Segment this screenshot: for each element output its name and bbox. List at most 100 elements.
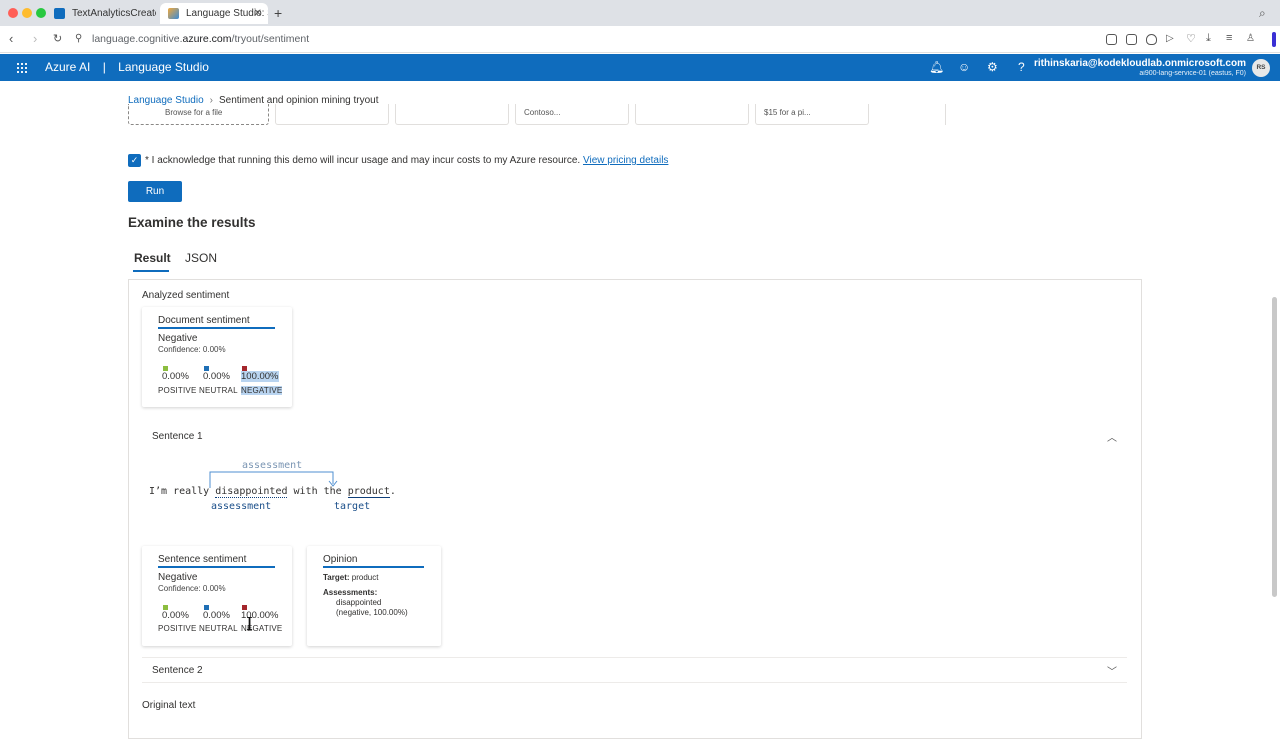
- sample-browse-file[interactable]: Browse for a file: [128, 104, 269, 125]
- document-negative-score: 100.00%: [241, 371, 279, 382]
- settings-gear-icon[interactable]: ⚙: [987, 60, 998, 74]
- sentence-confidence: Confidence: 0.00%: [158, 584, 226, 593]
- notifications-icon[interactable]: 🔔︎: [929, 60, 944, 74]
- browser-tab-language-studio[interactable]: Language Studio: Senti ✕: [160, 3, 268, 24]
- minimize-window-button[interactable]: [22, 8, 32, 18]
- document-positive-score: 0.00%: [162, 371, 189, 382]
- user-email: rithinskaria@kodekloudlab.onmicrosoft.co…: [1033, 58, 1246, 69]
- negative-caption: NEGATIVE: [241, 386, 283, 395]
- menu-icon[interactable]: ≡: [1226, 32, 1232, 44]
- sentence-1-text: I’m really disappointed with the product…: [149, 486, 396, 498]
- user-resource: ai900-lang-service-01 (eastus, F0): [1139, 70, 1246, 77]
- analyzed-sentiment-label: Analyzed sentiment: [142, 290, 230, 301]
- neutral-caption: NEUTRAL: [199, 386, 238, 395]
- opinion-card: Opinion Target: product Assessments: dis…: [307, 546, 441, 646]
- document-sentiment-card: Document sentiment Negative Confidence: …: [142, 307, 292, 407]
- sample-card-1[interactable]: [275, 104, 389, 125]
- browser-tab-text-analytics[interactable]: TextAnalyticsCreate-202: [46, 3, 156, 24]
- close-tab-icon[interactable]: ✕: [254, 3, 262, 24]
- view-pricing-link[interactable]: View pricing details: [583, 155, 668, 166]
- run-button[interactable]: Run: [128, 181, 182, 202]
- acknowledge-text-wrap: * I acknowledge that running this demo w…: [145, 155, 668, 166]
- camera-icon[interactable]: [1126, 34, 1137, 45]
- opinion-target-label: Target:: [323, 573, 350, 582]
- acknowledge-text: * I acknowledge that running this demo w…: [145, 155, 581, 166]
- url-field[interactable]: language.cognitive.azure.com/tryout/sent…: [92, 33, 309, 45]
- sample-card-3[interactable]: Contoso...: [515, 104, 629, 125]
- sentence-sentiment-card: Sentence sentiment Negative Confidence: …: [142, 546, 292, 646]
- title-underline: [158, 566, 275, 568]
- browser-tab-bar: TextAnalyticsCreate-202 Language Studio:…: [0, 0, 1280, 26]
- opinion-title: Opinion: [323, 554, 358, 565]
- sentence-1-title: Sentence 1: [152, 431, 203, 442]
- chevron-down-icon[interactable]: ﹀: [1107, 663, 1117, 678]
- sentence-text-mid: with the: [287, 486, 348, 497]
- samples-divider: [945, 104, 946, 125]
- brand-divider: |: [102, 60, 106, 74]
- assessment-word[interactable]: disappointed: [215, 486, 288, 498]
- acknowledge-checkbox[interactable]: ✓: [128, 154, 141, 167]
- sentence-2-title: Sentence 2: [152, 665, 203, 676]
- brand-azure-ai[interactable]: Azure AI: [45, 60, 90, 74]
- chevron-up-icon[interactable]: ︿: [1107, 429, 1117, 444]
- sample-card-2[interactable]: [395, 104, 509, 125]
- app-header: Azure AI | Language Studio 🔔︎ ☺ ⚙ ? rith…: [0, 54, 1280, 81]
- arc-assessment-label: assessment: [242, 460, 303, 471]
- sample-card-4[interactable]: [635, 104, 749, 125]
- heart-icon[interactable]: ♡: [1186, 32, 1196, 45]
- tab-search-icon[interactable]: ⌕: [1259, 6, 1266, 21]
- sentence-sentiment-title: Sentence sentiment: [158, 554, 247, 565]
- back-icon[interactable]: ‹: [9, 31, 13, 46]
- document-neutral-score: 0.00%: [203, 371, 230, 382]
- feedback-smiley-icon[interactable]: ☺: [958, 60, 970, 74]
- sample-card-5[interactable]: $15 for a pi...: [755, 104, 869, 125]
- document-sentiment-title: Document sentiment: [158, 315, 250, 326]
- maximize-window-button[interactable]: [36, 8, 46, 18]
- extension-indicator: [1272, 32, 1276, 47]
- language-studio-favicon-icon: [168, 8, 179, 19]
- page-scrollbar[interactable]: [1272, 297, 1277, 597]
- title-underline: [158, 327, 275, 329]
- reload-icon[interactable]: ↻: [53, 32, 62, 45]
- below-target-label: target: [334, 501, 371, 512]
- results-heading: Examine the results: [128, 215, 256, 230]
- play-icon[interactable]: ▷: [1166, 33, 1174, 44]
- account-info[interactable]: rithinskaria@kodekloudlab.onmicrosoft.co…: [1034, 58, 1246, 77]
- brand: Azure AI | Language Studio: [45, 60, 209, 74]
- opinion-assessment-detail: (negative, 100.00%): [336, 608, 408, 617]
- help-icon[interactable]: ?: [1018, 60, 1025, 74]
- sentence-sentiment-label: Negative: [158, 572, 198, 583]
- tab-json[interactable]: JSON: [185, 251, 217, 265]
- opinion-target-value: product: [351, 573, 379, 582]
- title-underline: [323, 566, 424, 568]
- tab-result[interactable]: Result: [134, 251, 171, 265]
- close-window-button[interactable]: [8, 8, 18, 18]
- original-text-label: Original text: [142, 700, 196, 711]
- site-info-icon[interactable]: ⚲: [75, 33, 82, 44]
- opinion-assessments-label: Assessments:: [323, 588, 378, 597]
- app-launcher-icon[interactable]: [16, 62, 27, 73]
- sentence-neutral-score: 0.00%: [203, 610, 230, 621]
- document-confidence: Confidence: 0.00%: [158, 345, 226, 354]
- forward-icon[interactable]: ›: [33, 31, 37, 46]
- positive-caption: POSITIVE: [158, 624, 197, 633]
- sentence-text-end: .: [389, 486, 396, 497]
- edit-icon[interactable]: [1106, 34, 1117, 45]
- avatar[interactable]: RS: [1252, 59, 1270, 77]
- sentence-1-accordion[interactable]: Sentence 1 ︿: [142, 424, 1127, 450]
- active-tab-indicator: [133, 270, 169, 272]
- address-bar: ‹ › ↻ ⚲ language.cognitive.azure.com/try…: [0, 26, 1280, 53]
- sentence-2-accordion[interactable]: Sentence 2 ﹀: [142, 657, 1127, 683]
- opinion-assessment-word: disappointed: [336, 598, 382, 607]
- neutral-caption: NEUTRAL: [199, 624, 238, 633]
- positive-caption: POSITIVE: [158, 386, 197, 395]
- sentence-positive-score: 0.00%: [162, 610, 189, 621]
- brand-language-studio[interactable]: Language Studio: [118, 60, 209, 74]
- document-sentiment-label: Negative: [158, 333, 198, 344]
- download-icon[interactable]: ⤓: [1206, 32, 1211, 45]
- target-word[interactable]: product: [347, 486, 390, 498]
- shield-icon[interactable]: [1146, 34, 1157, 45]
- new-tab-icon[interactable]: +: [274, 5, 282, 21]
- profile-icon[interactable]: ♙: [1246, 33, 1255, 44]
- below-assessment-label: assessment: [211, 501, 272, 512]
